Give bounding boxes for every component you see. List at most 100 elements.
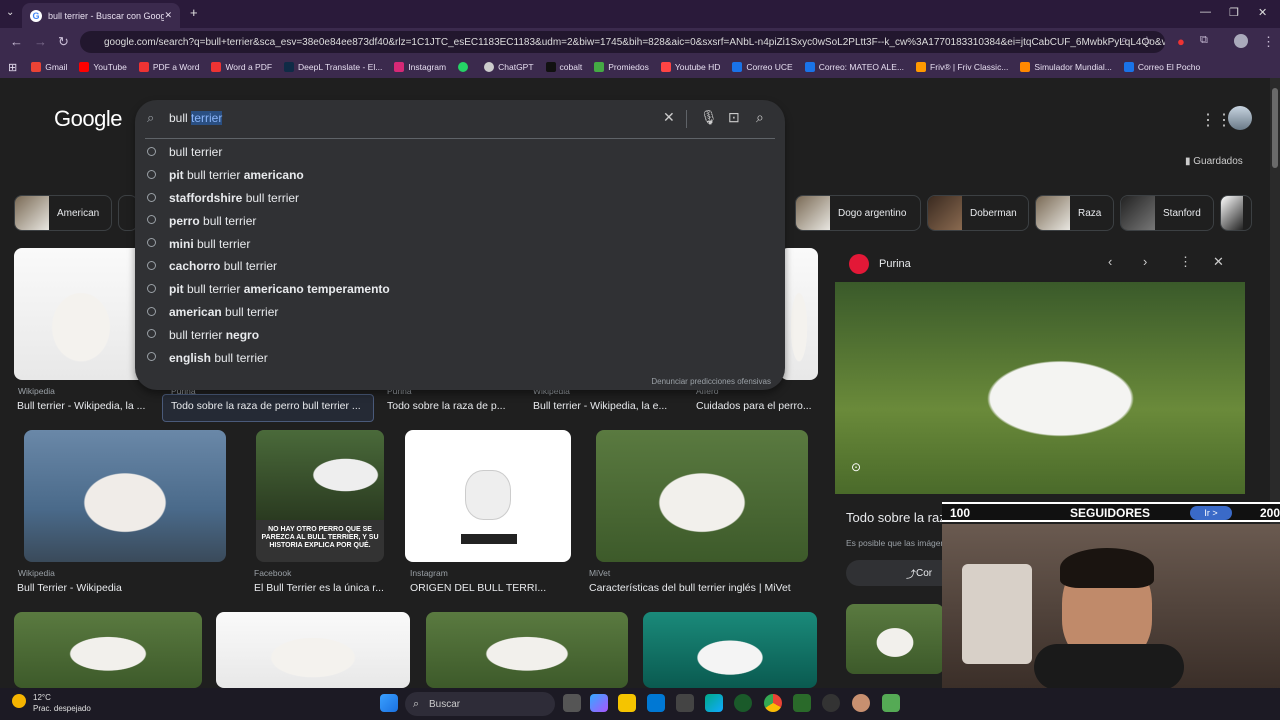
suggestion-item[interactable]: perro bull terrier xyxy=(135,209,785,232)
clear-icon[interactable]: ✕ xyxy=(663,109,675,126)
extensions-puzzle-icon[interactable]: ⧉ xyxy=(1200,34,1208,47)
lens-icon[interactable]: ⊙ xyxy=(851,460,861,474)
suggestion-item[interactable]: mini bull terrier xyxy=(135,232,785,255)
result-image[interactable] xyxy=(596,430,808,562)
more-options-icon[interactable]: ⋮ xyxy=(1179,254,1192,270)
reload-icon[interactable]: ↻ xyxy=(58,34,69,50)
address-bar[interactable]: google.com/search?q=bull+terrier&sca_esv… xyxy=(80,31,1165,53)
chip-raza[interactable]: Raza xyxy=(1035,195,1114,231)
result-caption[interactable]: ORIGEN DEL BULL TERRI... xyxy=(410,582,570,594)
result-caption[interactable]: Bull Terrier - Wikipedia xyxy=(17,582,217,594)
bookmark[interactable]: Simulador Mundial... xyxy=(1020,62,1112,72)
bookmark[interactable]: Correo El Pocho xyxy=(1123,62,1200,72)
result-caption[interactable]: Bull terrier - Wikipedia, la ... xyxy=(17,400,152,412)
google-logo[interactable]: Google xyxy=(54,106,122,132)
chip-dogo-argentino[interactable]: Dogo argentino xyxy=(795,195,921,231)
lens-camera-icon[interactable]: ⊡ xyxy=(728,109,740,126)
result-caption[interactable]: Todo sobre la raza de perro bull terrier… xyxy=(171,400,371,412)
windows-start-icon[interactable] xyxy=(380,694,398,712)
saved-link[interactable]: ▮ Guardados xyxy=(1185,156,1243,167)
zoom-icon[interactable]: ⌕ xyxy=(1121,34,1127,47)
weather-widget[interactable]: 12°C Prac. despejado xyxy=(33,692,91,714)
account-avatar[interactable] xyxy=(1228,106,1252,130)
prev-icon[interactable]: ‹ xyxy=(1108,254,1112,269)
back-icon[interactable]: ← xyxy=(10,34,23,49)
minimize-icon[interactable]: — xyxy=(1200,6,1211,18)
related-image[interactable] xyxy=(846,604,944,674)
suggestion-item[interactable]: english bull terrier xyxy=(135,346,785,369)
bookmark[interactable]: Gmail xyxy=(31,62,67,72)
chrome-icon[interactable] xyxy=(764,694,782,712)
suggestion-item[interactable]: pit bull terrier americano temperamento xyxy=(135,278,785,301)
close-tab-icon[interactable]: ✕ xyxy=(164,10,172,21)
extension-icon[interactable]: ● xyxy=(1177,34,1185,49)
weather-icon[interactable] xyxy=(12,694,26,708)
result-caption[interactable]: Bull terrier - Wikipedia, la e... xyxy=(533,400,673,412)
close-window-icon[interactable]: ✕ xyxy=(1258,6,1267,19)
steam-icon[interactable] xyxy=(822,694,840,712)
bookmark-star-icon[interactable]: ☆ xyxy=(1142,34,1152,47)
minecraft-icon[interactable] xyxy=(793,694,811,712)
bookmark[interactable]: Promiedos xyxy=(594,62,649,72)
result-image[interactable] xyxy=(405,430,571,562)
new-tab-icon[interactable]: + xyxy=(190,5,198,20)
chip-partial[interactable] xyxy=(1220,195,1252,231)
edge-icon[interactable] xyxy=(705,694,723,712)
file-explorer-icon[interactable] xyxy=(618,694,636,712)
taskbar-search[interactable]: ⌕ Buscar xyxy=(405,692,555,716)
bookmark[interactable]: Word a PDF xyxy=(211,62,272,72)
result-image[interactable] xyxy=(14,248,148,380)
preview-image[interactable]: ⊙ xyxy=(835,282,1245,494)
result-image[interactable] xyxy=(426,612,628,688)
task-view-icon[interactable] xyxy=(563,694,581,712)
microphone-icon[interactable]: 🎙 xyxy=(700,109,718,126)
suggestion-item[interactable]: pit bull terrier americano xyxy=(135,164,785,187)
chip-stanford[interactable]: Stanford xyxy=(1120,195,1214,231)
result-image[interactable] xyxy=(216,612,410,688)
bookmark[interactable] xyxy=(458,62,472,72)
bookmark[interactable]: Correo UCE xyxy=(732,62,793,72)
chip-american[interactable]: American xyxy=(14,195,112,231)
result-caption[interactable]: Cuidados para el perro... xyxy=(696,400,816,412)
result-caption[interactable]: Características del bull terrier inglés … xyxy=(589,582,819,594)
suggestion-item[interactable]: staffordshire bull terrier xyxy=(135,187,785,210)
next-icon[interactable]: › xyxy=(1143,254,1147,269)
suggestion-item[interactable]: american bull terrier xyxy=(135,301,785,324)
profile-icon[interactable] xyxy=(1234,34,1248,48)
search-input[interactable]: bull terrier xyxy=(169,111,223,125)
result-image[interactable] xyxy=(14,612,202,688)
bookmark[interactable]: cobalt xyxy=(545,62,582,72)
search-submit-icon[interactable]: ⌕ xyxy=(756,109,764,126)
app-icon[interactable] xyxy=(852,694,870,712)
scrollbar-thumb[interactable] xyxy=(1272,88,1278,168)
maximize-icon[interactable]: ❐ xyxy=(1229,6,1239,19)
chip-doberman[interactable]: Doberman xyxy=(927,195,1029,231)
result-caption[interactable]: El Bull Terrier es la única r... xyxy=(254,582,390,594)
bookmark[interactable]: PDF a Word xyxy=(138,62,199,72)
result-image[interactable] xyxy=(24,430,226,562)
bookmark[interactable]: DeepL Translate - El... xyxy=(284,62,382,72)
result-image[interactable] xyxy=(643,612,817,688)
store-icon[interactable] xyxy=(676,694,694,712)
copilot-icon[interactable] xyxy=(590,694,608,712)
suggestion-item[interactable]: cachorro bull terrier xyxy=(135,255,785,278)
result-image[interactable]: NO HAY OTRO PERRO QUE SE PAREZCA AL BULL… xyxy=(256,430,384,562)
bookmark[interactable]: ChatGPT xyxy=(484,62,534,72)
result-image[interactable] xyxy=(780,248,818,380)
outlook-icon[interactable] xyxy=(647,694,665,712)
report-predictions-link[interactable]: Denunciar predicciones ofensivas xyxy=(651,377,771,386)
bookmark[interactable]: Youtube HD xyxy=(660,62,720,72)
search-box[interactable]: ⌕ bull terrier ✕ 🎙 ⊡ ⌕ bull terrier pit … xyxy=(135,100,785,390)
app-icon[interactable] xyxy=(734,694,752,712)
suggestion-item[interactable]: bull terrier negro xyxy=(135,323,785,346)
bookmark[interactable]: Friv® | Friv Classic... xyxy=(916,62,1008,72)
bookmark[interactable]: Instagram xyxy=(394,62,446,72)
result-caption[interactable]: Todo sobre la raza de p... xyxy=(387,400,517,412)
tab-list-icon[interactable]: ⌄ xyxy=(6,7,14,18)
apps-grid-icon[interactable]: ⊞ xyxy=(8,61,17,74)
browser-tab[interactable]: G bull terrier - Buscar con Google ✕ xyxy=(22,3,180,28)
panel-title[interactable]: Todo sobre la raz xyxy=(846,510,946,525)
suggestion-item[interactable]: bull terrier xyxy=(135,141,785,164)
menu-icon[interactable]: ⋮ xyxy=(1262,34,1275,50)
close-panel-icon[interactable]: ✕ xyxy=(1213,254,1224,270)
